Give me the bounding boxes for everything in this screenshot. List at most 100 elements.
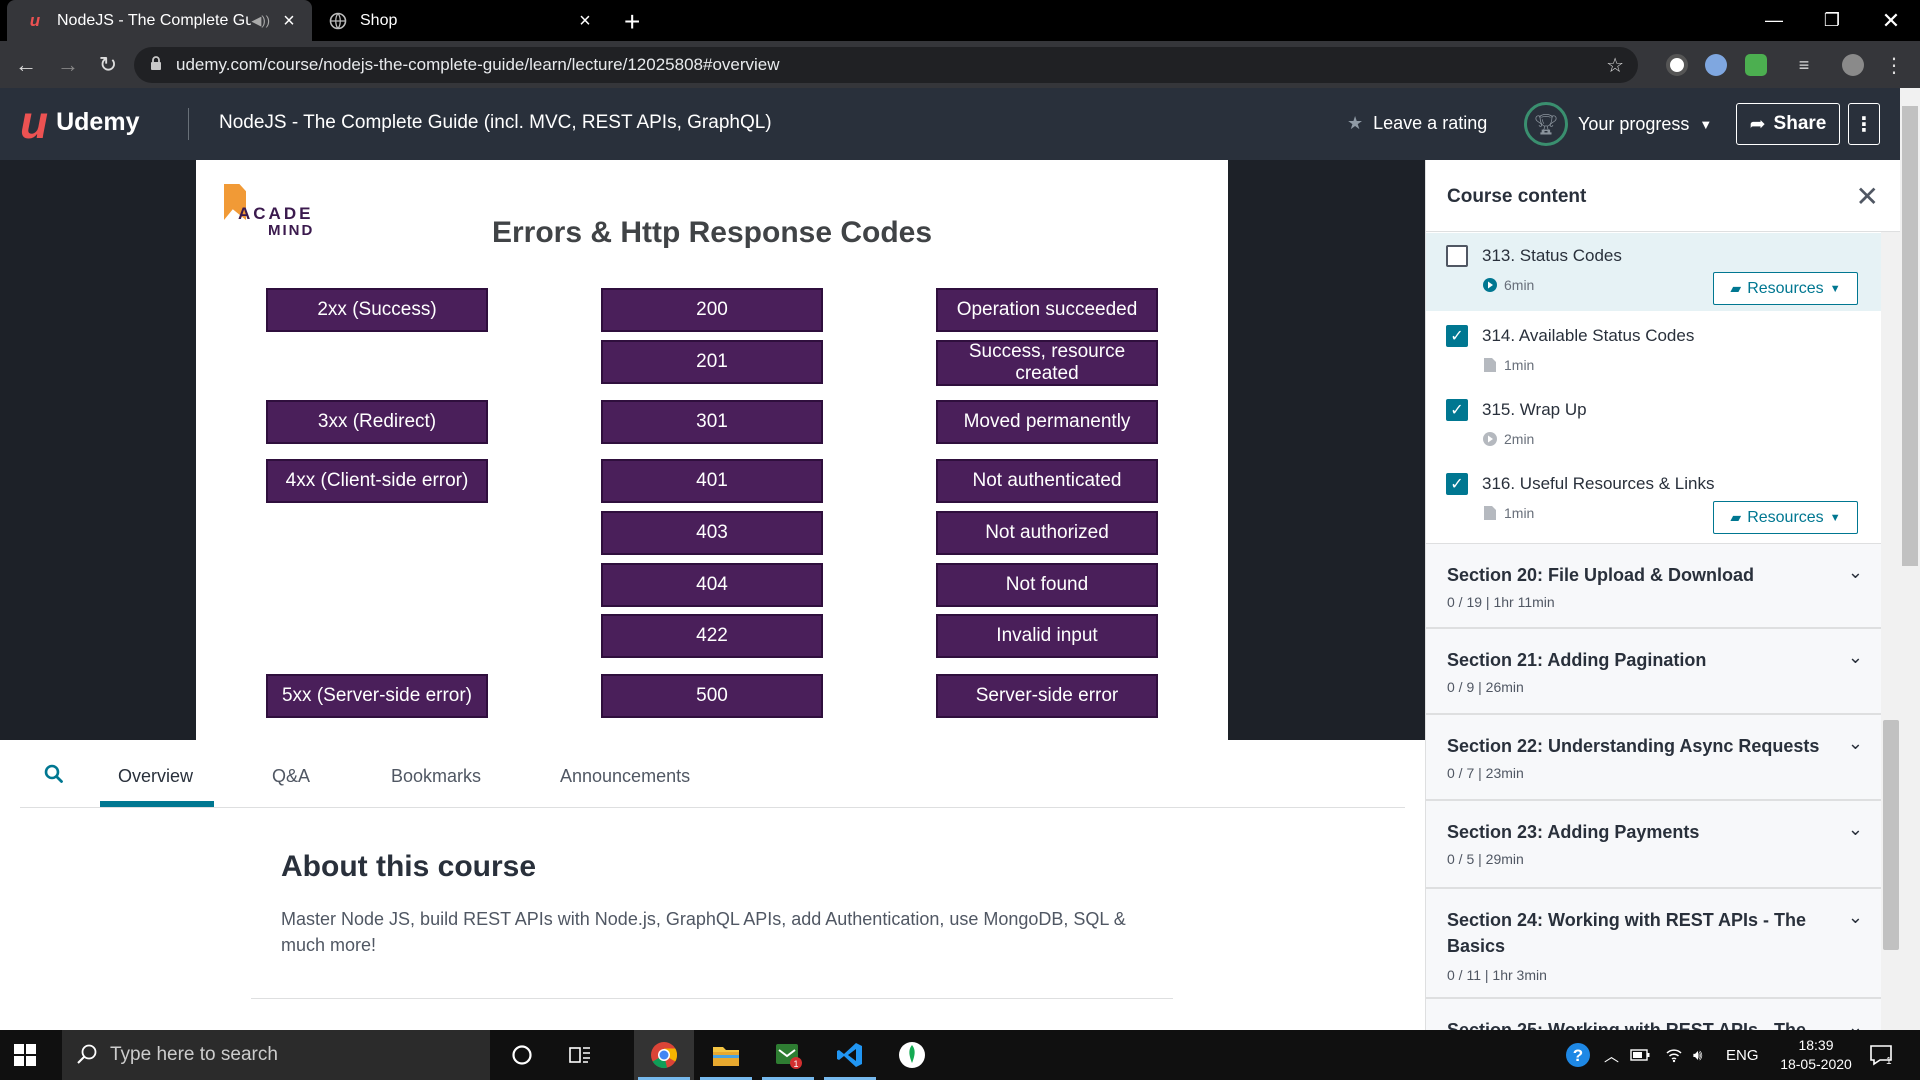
section-item[interactable]: Section 21: Adding Pagination 0 / 9 | 26… xyxy=(1426,629,1881,715)
lecture-title: 314. Available Status Codes xyxy=(1482,326,1695,345)
extension-icon[interactable] xyxy=(1745,54,1767,76)
lecture-checkbox-checked[interactable]: ✓ xyxy=(1446,473,1468,495)
lecture-checkbox-checked[interactable]: ✓ xyxy=(1446,325,1468,347)
browser-menu-icon[interactable]: ⋮ xyxy=(1880,51,1908,79)
section-item[interactable]: Section 25: Working with REST APIs - The… xyxy=(1426,999,1881,1030)
your-progress-button[interactable]: 🏆︎ Your progress ▼ xyxy=(1524,102,1712,146)
restore-icon[interactable]: ❐ xyxy=(1803,0,1861,41)
lecture-item[interactable]: ✓ 314. Available Status Codes 1min xyxy=(1426,313,1881,387)
windows-taskbar: Type here to search 1 ? ︿ 🔊︎ ENG 18:39 1… xyxy=(0,1030,1920,1080)
sidebar-scrollbar-thumb[interactable] xyxy=(1883,720,1899,950)
browser-tab-nodejs[interactable]: u NodeJS - The Complete Guid ◀)) × xyxy=(7,0,312,41)
close-icon[interactable]: ✕ xyxy=(1856,180,1879,213)
close-tab-icon[interactable]: × xyxy=(280,11,298,31)
notifications-icon[interactable]: 1 xyxy=(1868,1030,1894,1080)
section-item[interactable]: Section 23: Adding Payments 0 / 5 | 29mi… xyxy=(1426,801,1881,889)
share-label: Share xyxy=(1773,113,1827,134)
close-window-icon[interactable]: ✕ xyxy=(1862,0,1920,41)
task-view-icon[interactable] xyxy=(550,1030,610,1080)
section-meta: 0 / 9 | 26min xyxy=(1447,679,1524,695)
bookmark-star-icon[interactable]: ☆ xyxy=(1606,53,1624,78)
browser-tab-shop[interactable]: Shop × xyxy=(312,0,608,41)
close-tab-icon[interactable]: × xyxy=(576,11,594,31)
new-tab-icon[interactable]: + xyxy=(624,6,640,38)
course-title[interactable]: NodeJS - The Complete Guide (incl. MVC, … xyxy=(219,112,772,134)
more-options-icon[interactable]: ⋮ xyxy=(1848,103,1880,145)
content-tabs: Overview Q&A Bookmarks Announcements xyxy=(20,740,1405,808)
duration-text: 1min xyxy=(1504,357,1535,373)
resources-button[interactable]: ▰ Resources ▼ xyxy=(1713,272,1858,305)
section-meta: 0 / 11 | 1hr 3min xyxy=(1447,967,1547,983)
mail-badge-count: 1 xyxy=(793,1059,798,1069)
about-description: Master Node JS, build REST APIs with Nod… xyxy=(281,909,1126,955)
status-meaning-cell: Operation succeeded xyxy=(936,288,1158,332)
udemy-header: u Udemy NodeJS - The Complete Guide (inc… xyxy=(0,88,1900,160)
tray-overflow-icon[interactable]: ︿ xyxy=(1604,1030,1619,1080)
minimize-icon[interactable]: — xyxy=(1745,0,1803,41)
tab-overview[interactable]: Overview xyxy=(118,766,193,787)
audio-playing-icon[interactable]: ◀)) xyxy=(251,13,270,29)
section-item[interactable]: Section 22: Understanding Async Requests… xyxy=(1426,715,1881,801)
forward-arrow-icon[interactable]: → xyxy=(54,51,82,79)
clock[interactable]: 18:39 18-05-2020 xyxy=(1766,1036,1866,1074)
help-icon[interactable]: ? xyxy=(1564,1030,1592,1080)
folder-open-icon: ▰ xyxy=(1730,280,1742,296)
reload-icon[interactable]: ↻ xyxy=(94,51,122,79)
resources-button[interactable]: ▰ Resources ▼ xyxy=(1713,501,1858,534)
udemy-logo[interactable]: u Udemy xyxy=(20,99,139,145)
windows-start-icon[interactable] xyxy=(14,1044,36,1066)
header-divider xyxy=(188,108,189,140)
url-text: udemy.com/course/nodejs-the-complete-gui… xyxy=(176,55,780,74)
language-indicator[interactable]: ENG xyxy=(1726,1030,1759,1080)
section-item[interactable]: Section 20: File Upload & Download 0 / 1… xyxy=(1426,543,1881,629)
extension-icon[interactable] xyxy=(1666,54,1688,76)
chrome-icon[interactable] xyxy=(634,1030,694,1080)
status-meaning-cell: Server-side error xyxy=(936,674,1158,718)
lecture-item[interactable]: 313. Status Codes 6min ▰ Resources ▼ xyxy=(1426,233,1881,311)
course-content-sidebar: Course content ✕ 313. Status Codes 6min … xyxy=(1425,160,1900,1030)
globe-icon xyxy=(328,11,348,31)
status-meaning-cell: Not found xyxy=(936,563,1158,607)
search-icon[interactable] xyxy=(44,764,64,784)
leave-rating-button[interactable]: ★ Leave a rating xyxy=(1347,113,1487,134)
chevron-down-icon: ⌄ xyxy=(1847,562,1863,582)
profile-avatar[interactable] xyxy=(1842,54,1864,76)
clock-date: 18-05-2020 xyxy=(1780,1056,1852,1072)
page-scrollbar-thumb[interactable] xyxy=(1902,106,1918,566)
lecture-title: 316. Useful Resources & Links xyxy=(1482,474,1715,493)
duration-text: 6min xyxy=(1504,277,1535,293)
taskbar-search-box[interactable]: Type here to search xyxy=(62,1030,490,1080)
lock-icon[interactable] xyxy=(150,56,162,74)
search-icon xyxy=(76,1043,98,1071)
share-button[interactable]: ➦ Share xyxy=(1736,103,1840,145)
file-icon xyxy=(1482,505,1498,521)
tab-bookmarks[interactable]: Bookmarks xyxy=(391,766,481,787)
chevron-down-icon: ▼ xyxy=(1829,511,1841,524)
video-player[interactable]: ACADE MIND Errors & Http Response Codes … xyxy=(0,160,1425,740)
section-item[interactable]: Section 24: Working with REST APIs - The… xyxy=(1426,889,1881,999)
battery-icon[interactable] xyxy=(1630,1030,1650,1080)
media-controls-icon[interactable]: ≡ xyxy=(1790,51,1818,79)
mongodb-compass-icon[interactable] xyxy=(882,1030,942,1080)
back-arrow-icon[interactable]: ← xyxy=(12,51,40,79)
tab-qa[interactable]: Q&A xyxy=(272,766,310,787)
address-bar[interactable]: udemy.com/course/nodejs-the-complete-gui… xyxy=(134,47,1638,83)
mail-app-icon[interactable]: 1 xyxy=(758,1030,818,1080)
file-icon xyxy=(1482,357,1498,373)
volume-icon[interactable]: 🔊︎ xyxy=(1693,1030,1702,1080)
lecture-checkbox-checked[interactable]: ✓ xyxy=(1446,399,1468,421)
cortana-icon[interactable] xyxy=(492,1030,552,1080)
status-code-cell: 404 xyxy=(601,563,823,607)
lecture-duration: 1min xyxy=(1482,357,1534,373)
vscode-icon[interactable] xyxy=(820,1030,880,1080)
lecture-checkbox[interactable] xyxy=(1446,245,1468,267)
extension-icon[interactable] xyxy=(1705,54,1727,76)
lecture-item[interactable]: ✓ 315. Wrap Up 2min xyxy=(1426,387,1881,461)
file-explorer-icon[interactable] xyxy=(696,1030,756,1080)
lecture-duration: 2min xyxy=(1482,431,1534,447)
status-code-cell: 403 xyxy=(601,511,823,555)
lecture-item[interactable]: ✓ 316. Useful Resources & Links 1min ▰ R… xyxy=(1426,461,1881,543)
divider xyxy=(251,998,1173,999)
wifi-icon[interactable] xyxy=(1665,1030,1683,1080)
tab-announcements[interactable]: Announcements xyxy=(560,766,690,787)
